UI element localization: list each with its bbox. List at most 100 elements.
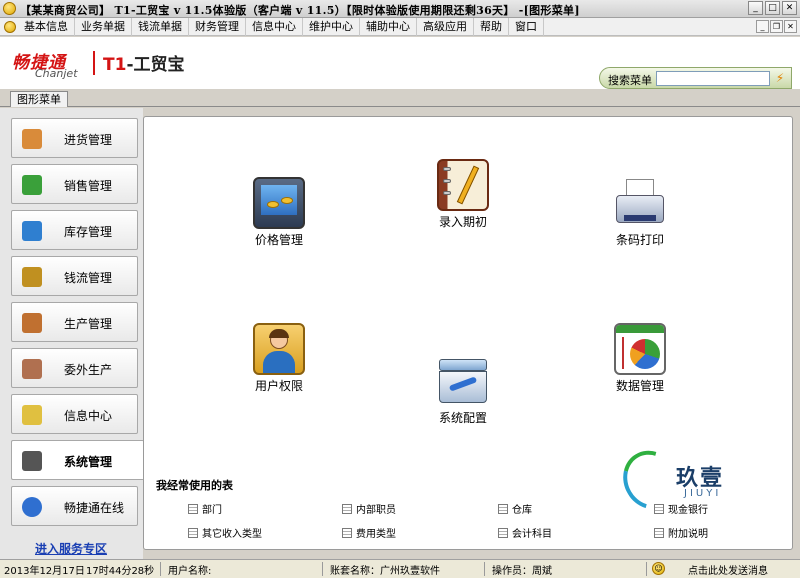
title-bar: 【某某商贸公司】 T1-工贸宝 v 11.5体验版（客户端 v 11.5）【限时…: [0, 0, 800, 18]
search-go-icon[interactable]: ⚡: [772, 71, 788, 86]
mdi-minimize-button[interactable]: _: [756, 20, 769, 33]
menu-basic-info[interactable]: 基本信息: [18, 18, 75, 36]
feature-opening-entry[interactable]: 录入期初: [413, 159, 513, 230]
sidebar-item-label: 信息中心: [64, 409, 113, 423]
favorites-title: 我经常使用的表: [156, 479, 233, 492]
sidebar-item-label: 进货管理: [64, 133, 113, 147]
status-time: 17时44分28秒: [86, 566, 155, 577]
feature-label: 用户权限: [254, 379, 303, 393]
status-account: 账套名称：广州玖壹软件: [330, 566, 440, 577]
sidebar-item-outsource[interactable]: 委外生产: [11, 348, 138, 388]
pie-chart-icon: [614, 323, 666, 375]
sidebar-item-label: 销售管理: [64, 179, 113, 193]
feature-label: 条码打印: [615, 233, 664, 247]
info-icon: [22, 405, 42, 425]
mdi-close-button[interactable]: ✕: [784, 20, 797, 33]
status-operator: 操作员：周斌: [492, 566, 552, 577]
table-icon: [342, 504, 352, 514]
sidebar-item-cashflow[interactable]: 钱流管理: [11, 256, 138, 296]
favorite-item-accounts[interactable]: 会计科目: [498, 525, 552, 540]
logo-divider: [93, 51, 95, 75]
sidebar-item-label: 钱流管理: [64, 271, 113, 285]
sidebar-item-label: 畅捷通在线: [64, 501, 125, 515]
feature-data-management[interactable]: 数据管理: [590, 323, 690, 394]
table-icon: [498, 528, 508, 538]
menu-help[interactable]: 帮助: [474, 18, 509, 36]
feature-label: 系统配置: [438, 411, 487, 425]
sidebar-item-inventory[interactable]: 库存管理: [11, 210, 138, 250]
app-icon: [3, 2, 16, 15]
globe-icon: [22, 497, 42, 517]
menu-advanced[interactable]: 高级应用: [417, 18, 474, 36]
feature-barcode-print[interactable]: 条码打印: [590, 177, 690, 248]
app-menu-icon[interactable]: [4, 21, 16, 33]
feature-label: 数据管理: [615, 379, 664, 393]
printer-icon: [614, 177, 666, 229]
smiley-icon[interactable]: ☺: [652, 562, 665, 575]
menu-bar: 基本信息 业务单据 钱流单据 财务管理 信息中心 维护中心 辅助中心 高级应用 …: [0, 18, 800, 36]
sidebar-item-label: 库存管理: [64, 225, 113, 239]
table-icon: [654, 528, 664, 538]
favorite-item-staff[interactable]: 内部职员: [342, 501, 396, 516]
favorite-item-other-income[interactable]: 其它收入类型: [188, 525, 262, 540]
table-icon: [188, 504, 198, 514]
search-label: 搜索菜单: [608, 74, 652, 87]
minimize-button[interactable]: _: [748, 1, 763, 15]
sidebar-item-label: 系统管理: [64, 455, 113, 469]
service-zone-link[interactable]: 进入服务专区: [35, 540, 107, 557]
menu-search: 搜索菜单 ⚡: [599, 67, 792, 89]
menu-info-center[interactable]: 信息中心: [246, 18, 303, 36]
toolbox-icon: [437, 355, 489, 407]
menu-maintenance[interactable]: 维护中心: [303, 18, 360, 36]
window-controls: _ □ ✕: [748, 1, 797, 15]
menu-window[interactable]: 窗口: [509, 18, 544, 36]
feature-user-permissions[interactable]: 用户权限: [229, 323, 329, 394]
menu-business-docs[interactable]: 业务单据: [75, 18, 132, 36]
sidebar-item-online[interactable]: 畅捷通在线: [11, 486, 138, 526]
basket-icon: [22, 175, 42, 195]
close-button[interactable]: ✕: [782, 1, 797, 15]
menu-assist[interactable]: 辅助中心: [360, 18, 417, 36]
menu-finance[interactable]: 财务管理: [189, 18, 246, 36]
table-icon: [498, 504, 508, 514]
mdi-restore-button[interactable]: ❐: [770, 20, 783, 33]
tab-strip: 图形菜单: [0, 89, 800, 107]
sidebar-item-label: 生产管理: [64, 317, 113, 331]
tab-graphic-menu[interactable]: 图形菜单: [10, 91, 68, 107]
favorite-item-expense-type[interactable]: 费用类型: [342, 525, 396, 540]
feature-price-management[interactable]: 价格管理: [229, 177, 329, 248]
notebook-pencil-icon: [437, 159, 489, 211]
favorite-item-department[interactable]: 部门: [188, 501, 222, 516]
menu-cashflow-docs[interactable]: 钱流单据: [132, 18, 189, 36]
header: 畅捷通 Chanjet T1-工贸宝 搜索菜单 ⚡: [0, 37, 800, 89]
sidebar-item-info-center[interactable]: 信息中心: [11, 394, 138, 434]
settings-icon: [22, 451, 42, 471]
status-date: 2013年12月17日: [4, 566, 85, 577]
maximize-button[interactable]: □: [765, 1, 780, 15]
feature-label: 价格管理: [254, 233, 303, 247]
sidebar-item-production[interactable]: 生产管理: [11, 302, 138, 342]
sidebar-item-sales[interactable]: 销售管理: [11, 164, 138, 204]
table-icon: [342, 528, 352, 538]
production-icon: [22, 313, 42, 333]
user-icon: [253, 323, 305, 375]
favorite-item-notes[interactable]: 附加说明: [654, 525, 708, 540]
feature-label: 录入期初: [438, 215, 487, 229]
sidebar-item-system[interactable]: 系统管理: [11, 440, 144, 480]
price-monitor-icon: [253, 177, 305, 229]
status-bar: 2013年12月17日 17时44分28秒 用户名称: 账套名称：广州玖壹软件 …: [0, 559, 800, 578]
window-title: 【某某商贸公司】 T1-工贸宝 v 11.5体验版（客户端 v 11.5）【限时…: [20, 4, 580, 17]
send-message-link[interactable]: 点击此处发送消息: [688, 562, 768, 577]
logo-english: Chanjet: [35, 67, 78, 80]
sidebar-item-label: 委外生产: [64, 363, 113, 377]
inventory-icon: [22, 221, 42, 241]
search-input[interactable]: [656, 71, 770, 86]
watermark-logo: 玖壹 JIUYI: [612, 440, 754, 526]
table-icon: [188, 528, 198, 538]
purchase-icon: [22, 129, 42, 149]
sidebar-item-purchase[interactable]: 进货管理: [11, 118, 138, 158]
product-name: T1-工贸宝: [103, 55, 185, 75]
feature-system-config[interactable]: 系统配置: [413, 355, 513, 426]
sidebar: 进货管理 销售管理 库存管理 钱流管理 生产管理 委外生产 信息中心 系统管理 …: [0, 108, 144, 560]
favorite-item-warehouse[interactable]: 仓库: [498, 501, 532, 516]
